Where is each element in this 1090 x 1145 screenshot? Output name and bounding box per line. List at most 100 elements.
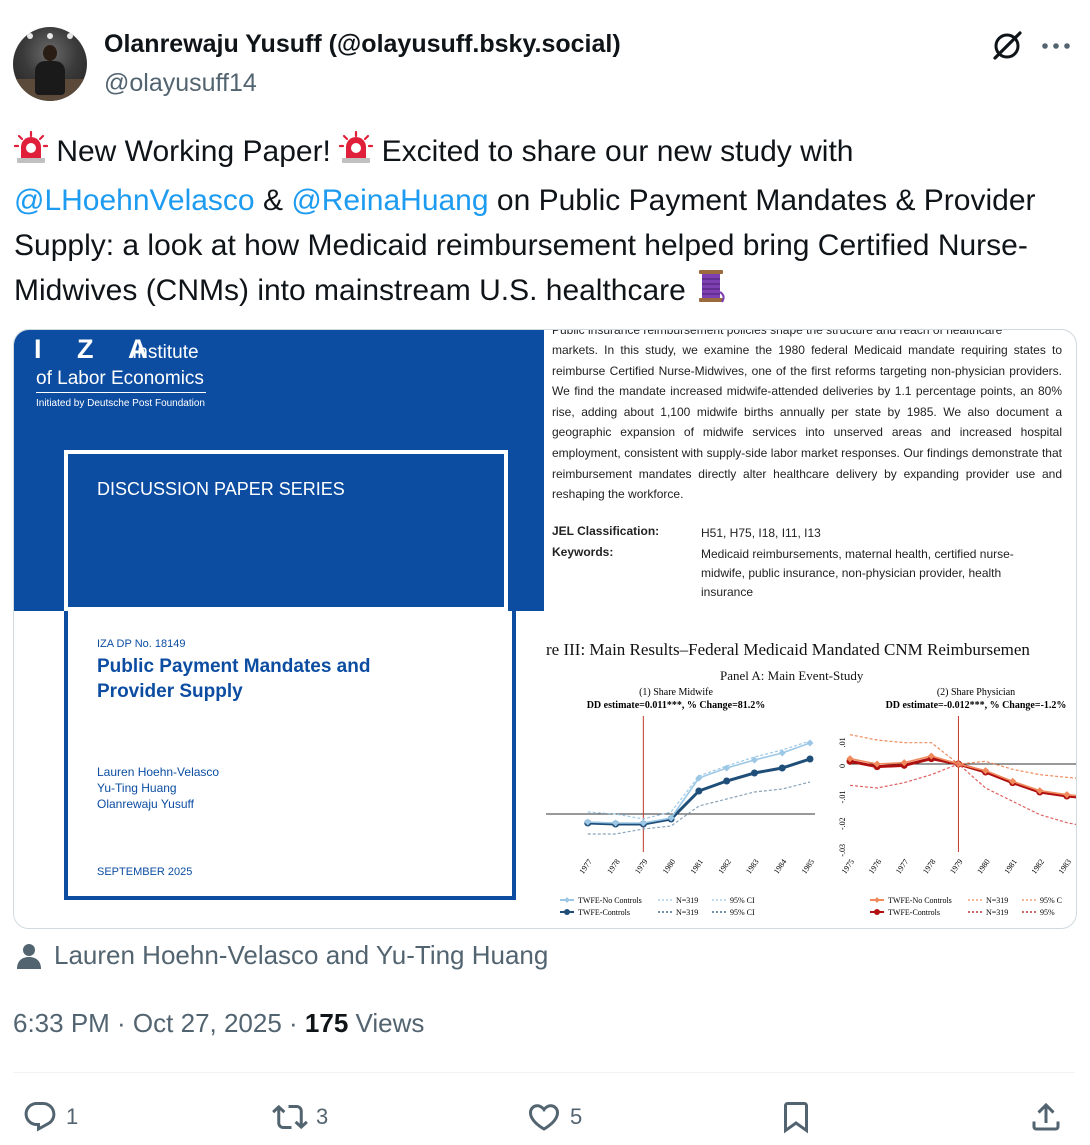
person-icon (17, 943, 41, 969)
mention-link[interactable]: @ReinaHuang (291, 184, 488, 217)
legend-label: 95% CI (730, 908, 755, 917)
share-button[interactable] (1028, 1098, 1072, 1136)
ci-line (849, 763, 1076, 826)
reply-button[interactable]: 1 (22, 1098, 78, 1136)
chart-subtitle: DD estimate=0.011***, % Change=81.2% (587, 700, 766, 711)
series-line (587, 742, 811, 824)
mention-link[interactable]: @LHoehnVelasco (14, 184, 255, 217)
paper-date: SEPTEMBER 2025 (97, 866, 193, 878)
iza-institute: Institute (132, 342, 199, 363)
x-tick-label: 1977 (577, 857, 594, 875)
timestamp[interactable]: 6:33 PM · Oct 27, 2025 · (13, 1008, 305, 1038)
x-tick-label: 1978 (605, 857, 622, 875)
series-label: DISCUSSION PAPER SERIES (97, 479, 345, 499)
legend-label: 95% (1040, 908, 1055, 917)
legend-marker (564, 897, 570, 903)
legend-label: 95% C (1040, 896, 1062, 905)
x-tick-label: 1981 (1002, 857, 1019, 875)
y-tick-label: 0 (838, 764, 847, 768)
grok-icon[interactable] (988, 27, 1026, 65)
y-tick-label: -.02 (838, 817, 847, 830)
like-count: 5 (570, 1104, 583, 1129)
media-image[interactable]: I Z A Institute of Labor Economics Initi… (13, 329, 1077, 929)
ci-line (849, 734, 1076, 779)
thread-spool-icon (694, 268, 728, 317)
reply-count: 1 (66, 1104, 79, 1129)
author-display-name[interactable]: Olanrewaju Yusuff (@olayusuff.bsky.socia… (104, 30, 621, 59)
x-tick-label: 1981 (689, 857, 706, 875)
legend-label: TWFE-No Controls (578, 896, 642, 905)
attribution: Lauren Hoehn-Velasco and Yu-Ting Huang (16, 940, 548, 971)
x-tick-label: 1984 (772, 857, 789, 875)
x-tick-label: 1983 (1057, 857, 1074, 875)
bookmark-icon (784, 1102, 808, 1134)
iza-foundation: Initiated by Deutsche Post Foundation (36, 398, 205, 409)
reply-icon (24, 1102, 56, 1132)
post-text-segment: & (254, 184, 292, 217)
iza-labor: of Labor Economics (36, 368, 204, 389)
y-tick-label: -.03 (838, 844, 847, 857)
x-tick-label: 1983 (744, 857, 761, 875)
chart-subtitle: DD estimate=-0.012***, % Change=-1.2% (886, 700, 1067, 711)
legend-label: TWFE-Controls (578, 908, 630, 917)
post-text: New Working Paper! Excited to share our … (13, 129, 1078, 317)
x-tick-label: 1977 (894, 857, 911, 875)
heart-icon (528, 1104, 560, 1131)
chart-title: (1) Share Midwife (639, 687, 713, 698)
post-meta: 6:33 PM · Oct 27, 2025 · 175 Views (13, 1008, 424, 1039)
legend-label: N=319 (986, 908, 1008, 917)
dp-number: IZA DP No. 18149 (97, 638, 186, 650)
legend-label: 95% CI (730, 896, 755, 905)
y-tick-label: .01 (838, 737, 847, 747)
x-tick-label: 1979 (948, 857, 965, 875)
data-point (723, 777, 731, 785)
y-tick-label: -.01 (838, 791, 847, 804)
views-count: 175 (304, 1008, 349, 1038)
legend-marker (874, 897, 880, 903)
figure-title: re III: Main Results–Federal Medicaid Ma… (546, 640, 1030, 659)
abstract: Public insurance reimbursement policies … (552, 329, 1062, 502)
repost-button[interactable]: 3 (272, 1098, 328, 1136)
x-tick-label: 1982 (716, 857, 733, 875)
event-study-charts: (1) Share Midwife DD estimate=0.011***, %… (546, 687, 1076, 917)
more-options-icon[interactable] (1036, 27, 1076, 65)
repost-icon (272, 1104, 308, 1130)
share-icon (1032, 1102, 1060, 1131)
post-text-segment: Excited to share our new study with (373, 135, 854, 168)
views-label: Views (348, 1008, 425, 1038)
x-tick-label: 1975 (840, 857, 857, 875)
x-tick-label: 1980 (661, 857, 678, 875)
chart-title: (2) Share Physician (937, 687, 1015, 698)
legend-label: N=319 (676, 908, 698, 917)
paper-cover: I Z A Institute of Labor Economics Initi… (14, 330, 544, 928)
like-button[interactable]: 5 (526, 1098, 582, 1136)
legend-marker (564, 909, 570, 915)
legend-label: N=319 (986, 896, 1008, 905)
police-light-icon (339, 130, 374, 178)
legend-label: N=319 (676, 896, 698, 905)
bookmark-button[interactable] (778, 1098, 822, 1136)
attribution-text: Lauren Hoehn-Velasco and Yu-Ting Huang (54, 940, 549, 970)
legend-label: TWFE-Controls (888, 908, 940, 917)
post-text-segment: New Working Paper! (48, 135, 340, 168)
data-point (806, 755, 814, 763)
author-handle[interactable]: @olayusuff14 (104, 69, 257, 98)
paper-title: Public Payment Mandates and Provider Sup… (97, 656, 371, 702)
data-point (778, 764, 786, 772)
x-tick-label: 1976 (867, 857, 884, 875)
data-point (806, 739, 814, 747)
divider (13, 1072, 1075, 1073)
x-tick-label: 1978 (921, 857, 938, 875)
x-tick-label: 1985 (800, 857, 817, 875)
repost-count: 3 (316, 1104, 329, 1129)
legend-label: TWFE-No Controls (888, 896, 952, 905)
avatar[interactable] (13, 27, 87, 101)
x-tick-label: 1979 (633, 857, 650, 875)
data-point (750, 769, 758, 777)
paper-authors: Lauren Hoehn-Velasco Yu-Ting Huang Olanr… (97, 765, 220, 811)
x-tick-label: 1980 (975, 857, 992, 875)
x-tick-label: 1982 (1029, 857, 1046, 875)
police-light-icon (13, 130, 49, 178)
legend-marker (874, 909, 880, 915)
data-point (695, 787, 703, 795)
